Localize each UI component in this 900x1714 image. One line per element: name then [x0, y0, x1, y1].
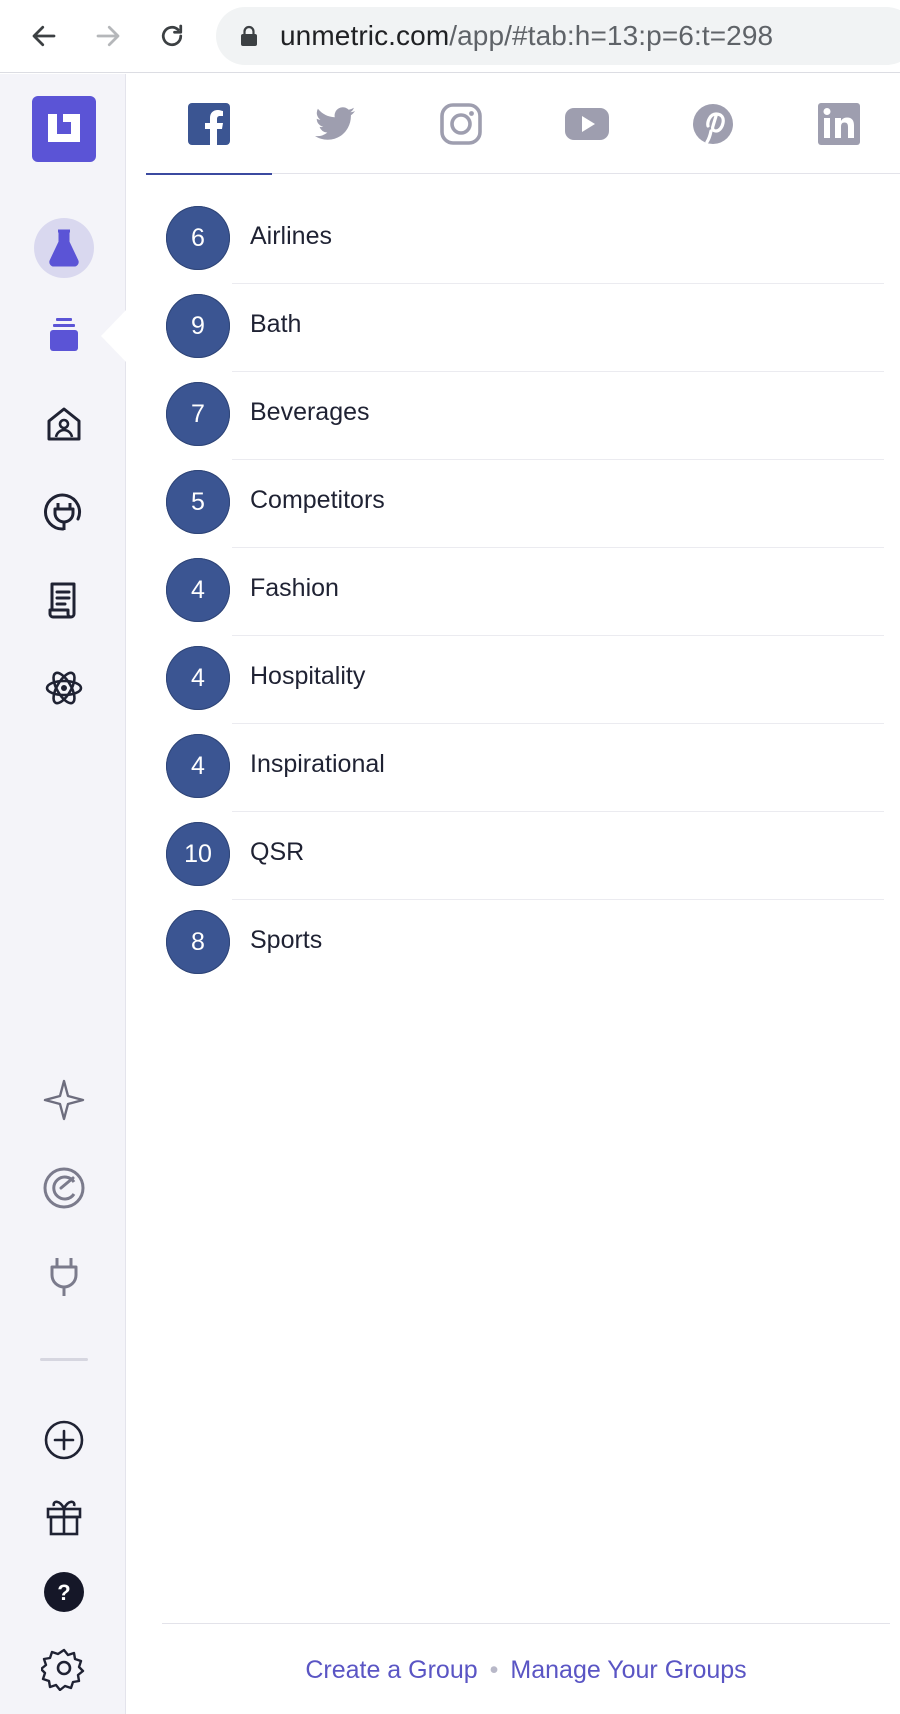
arrow-right-icon: [96, 25, 120, 47]
group-name: Hospitality: [250, 662, 366, 690]
list-item[interactable]: 6 Airlines: [166, 196, 884, 284]
group-name: Competitors: [250, 486, 385, 514]
group-count-badge: 10: [166, 822, 230, 886]
group-count-badge: 8: [166, 910, 230, 974]
group-count-badge: 7: [166, 382, 230, 446]
sidebar-item-reports[interactable]: [34, 570, 94, 630]
sidebar-item-lab[interactable]: [34, 218, 94, 278]
sidebar-item-goals[interactable]: [34, 1158, 94, 1218]
group-name: Fashion: [250, 574, 339, 602]
list-item[interactable]: 7 Beverages: [166, 372, 884, 460]
home-user-icon: [47, 407, 81, 441]
platform-tabs: [146, 74, 900, 175]
sidebar-item-add[interactable]: [34, 1410, 94, 1470]
footer-separator: •: [489, 1656, 499, 1684]
help-icon: ?: [44, 1572, 84, 1612]
gift-icon: [46, 1500, 82, 1536]
group-name: QSR: [250, 838, 305, 866]
lock-icon: [241, 25, 257, 46]
group-name: Airlines: [250, 222, 332, 250]
tab-instagram[interactable]: [398, 74, 524, 174]
footer-links: Create a Group • Manage Your Groups: [162, 1656, 890, 1685]
group-count-badge: 6: [166, 206, 230, 270]
list-item[interactable]: 5 Competitors: [166, 460, 884, 548]
sidebar-item-groups[interactable]: [34, 306, 94, 366]
document-icon: [48, 582, 76, 619]
create-group-link[interactable]: Create a Group: [305, 1656, 477, 1684]
list-item[interactable]: 4 Inspirational: [166, 724, 884, 812]
url-path: /app/#tab:h=13:p=6:t=298: [449, 20, 774, 51]
group-name: Inspirational: [250, 750, 385, 778]
unmetric-logo-icon: [48, 114, 80, 142]
url-text: unmetric.com/app/#tab:h=13:p=6:t=298: [280, 20, 773, 52]
group-count-badge: 5: [166, 470, 230, 534]
flask-icon: [49, 229, 79, 267]
group-list: 6 Airlines 9 Bath 7 Beverages 5 Competit…: [166, 196, 884, 988]
sidebar-item-settings[interactable]: [34, 1638, 94, 1698]
footer-divider: [162, 1623, 890, 1624]
target-icon: [43, 1167, 85, 1209]
sidebar-divider: [40, 1358, 88, 1361]
youtube-icon: [565, 108, 609, 140]
atom-icon: [45, 671, 83, 705]
plug-circle-icon: [44, 493, 81, 531]
stack-icon: [50, 318, 78, 351]
list-item[interactable]: 4 Fashion: [166, 548, 884, 636]
manage-groups-link[interactable]: Manage Your Groups: [510, 1656, 746, 1684]
back-button[interactable]: [22, 14, 66, 58]
facebook-icon: [188, 103, 230, 145]
tab-youtube[interactable]: [524, 74, 650, 174]
group-name: Bath: [250, 310, 302, 338]
list-item[interactable]: 10 QSR: [166, 812, 884, 900]
svg-text:?: ?: [57, 1580, 70, 1605]
active-indicator: [101, 309, 127, 363]
group-count-badge: 4: [166, 734, 230, 798]
sidebar-item-integrations[interactable]: [34, 482, 94, 542]
pinterest-icon: [693, 104, 733, 144]
sidebar-item-plugins[interactable]: [34, 1246, 94, 1306]
reload-button[interactable]: [150, 14, 194, 58]
list-item[interactable]: 9 Bath: [166, 284, 884, 372]
list-item[interactable]: 8 Sports: [166, 900, 884, 988]
group-name: Beverages: [250, 398, 370, 426]
reload-icon: [161, 24, 183, 47]
linkedin-icon: [818, 103, 860, 145]
address-bar[interactable]: unmetric.com/app/#tab:h=13:p=6:t=298: [216, 7, 900, 65]
tab-pinterest[interactable]: [650, 74, 776, 174]
plug-icon: [50, 1258, 78, 1296]
group-name: Sports: [250, 926, 323, 954]
tab-twitter[interactable]: [272, 74, 398, 174]
logo[interactable]: [32, 96, 96, 162]
group-count-badge: 4: [166, 646, 230, 710]
group-count-badge: 9: [166, 294, 230, 358]
sidebar-item-brands[interactable]: [34, 394, 94, 454]
sidebar-item-highlights[interactable]: [34, 1070, 94, 1130]
forward-button[interactable]: [86, 14, 130, 58]
arrow-left-icon: [32, 25, 56, 47]
browser-toolbar: unmetric.com/app/#tab:h=13:p=6:t=298: [0, 0, 900, 73]
twitter-icon: [315, 107, 355, 140]
sidebar-item-science[interactable]: [34, 658, 94, 718]
tab-linkedin[interactable]: [776, 74, 900, 174]
group-count-badge: 4: [166, 558, 230, 622]
list-item[interactable]: 4 Hospitality: [166, 636, 884, 724]
sparkle-icon: [43, 1079, 85, 1121]
instagram-icon: [440, 103, 482, 145]
url-host: unmetric.com: [280, 20, 450, 51]
sidebar-item-gift[interactable]: [34, 1486, 94, 1546]
plus-circle-icon: [44, 1420, 84, 1460]
gear-icon: [41, 1648, 85, 1691]
tab-facebook[interactable]: [146, 74, 272, 175]
sidebar-item-help[interactable]: ?: [34, 1562, 94, 1622]
